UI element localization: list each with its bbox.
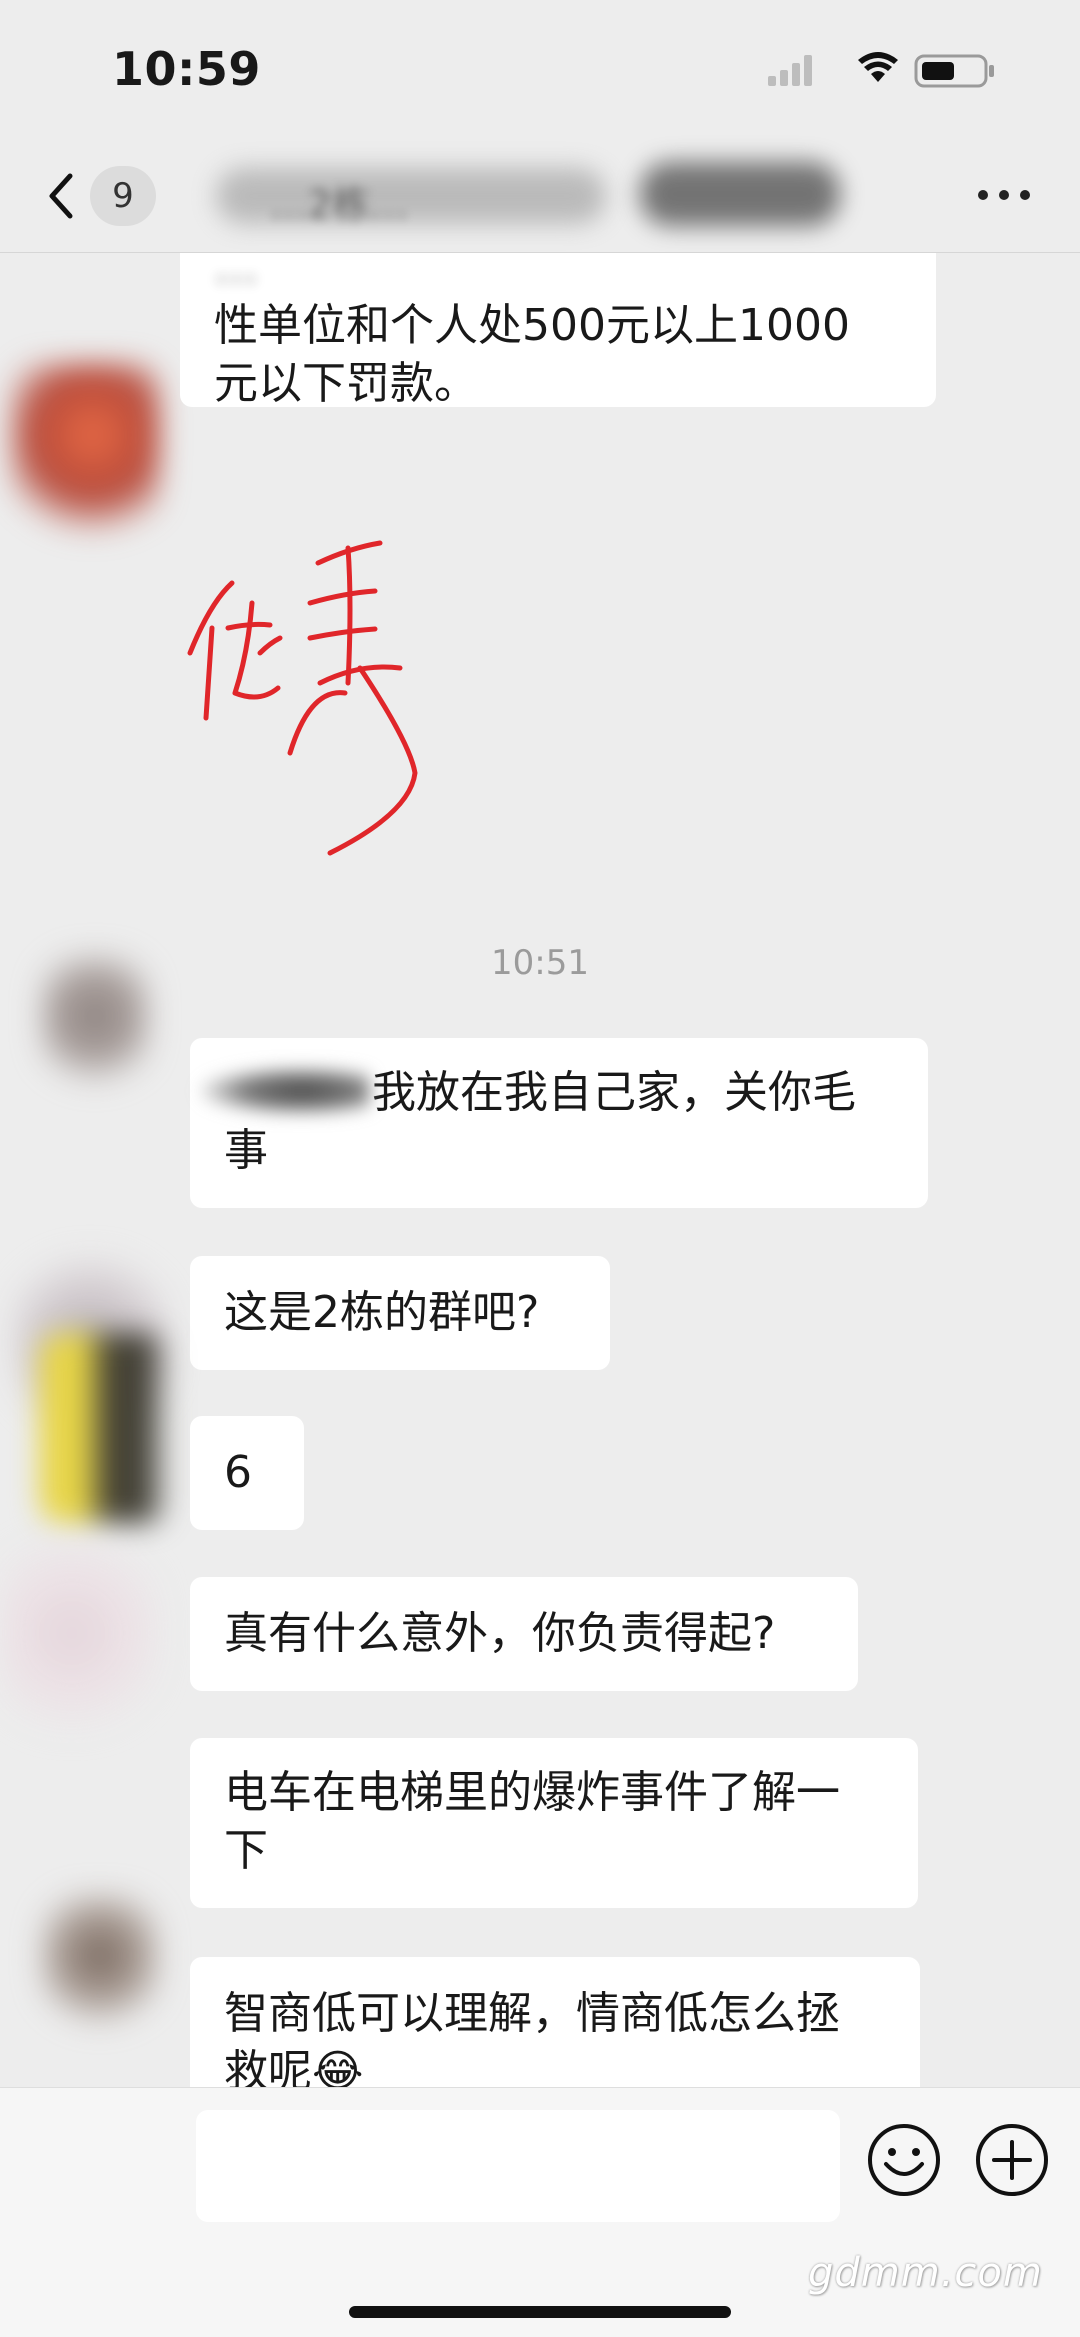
watermark: gdmm.com	[808, 2250, 1043, 2296]
message-bubble[interactable]: 6	[190, 1416, 304, 1530]
unread-count-badge[interactable]: 9	[90, 166, 156, 226]
wifi-icon	[858, 52, 898, 82]
message-text: 电车在电梯里的爆炸事件了解一	[224, 1767, 840, 1818]
back-arrow-icon[interactable]	[42, 166, 82, 226]
message-bubble[interactable]: 这是2栋的群吧?	[190, 1256, 610, 1370]
emoji-icon[interactable]	[866, 2122, 942, 2198]
status-icons	[768, 52, 994, 88]
message-text: 性单位和个人处500元以上1000	[214, 300, 850, 351]
message-text: 下	[224, 1825, 268, 1876]
status-bar: 10:59	[0, 0, 1080, 140]
message-list[interactable]: … 性单位和个人处500元以上1000 元以下罚款。 10:51 我放在我自己家…	[0, 253, 1080, 2087]
add-attachment-icon[interactable]	[974, 2122, 1050, 2198]
message-text: 真有什么意外，你负责得起?	[224, 1608, 776, 1659]
message-text: 事	[224, 1125, 268, 1176]
more-options-icon[interactable]	[974, 180, 1034, 210]
avatar[interactable]	[40, 1893, 160, 2033]
message-text: 智商低可以理解，情商低怎么拯	[224, 1988, 840, 2039]
avatar[interactable]	[0, 1533, 160, 1733]
message-text: 这是2栋的群吧?	[224, 1287, 540, 1338]
battery-icon	[914, 54, 994, 88]
avatar[interactable]	[10, 363, 160, 543]
handwritten-signature-image	[187, 540, 418, 856]
message-text: 6	[224, 1447, 252, 1498]
message-bubble[interactable]: 智商低可以理解，情商低怎么拯 救呢😂	[190, 1957, 920, 2087]
avatar[interactable]	[40, 953, 150, 1093]
status-time: 10:59	[112, 42, 261, 96]
message-bubble[interactable]: … 性单位和个人处500元以上1000 元以下罚款。	[180, 253, 936, 409]
message-text: …	[214, 253, 258, 293]
message-bubble[interactable]: 真有什么意外，你负责得起?	[190, 1577, 858, 1691]
message-input[interactable]	[196, 2110, 840, 2222]
avatar[interactable]	[40, 1333, 170, 1523]
chat-title-text: …2栋…	[270, 183, 409, 227]
message-bubble[interactable]: 电车在电梯里的爆炸事件了解一 下	[190, 1738, 918, 1908]
message-bubble[interactable]: 我放在我自己家，关你毛 事	[190, 1038, 928, 1208]
signal-icon	[768, 55, 812, 86]
redacted-mention	[200, 1066, 370, 1116]
home-indicator[interactable]	[349, 2306, 731, 2318]
message-timestamp: 10:51	[491, 943, 589, 983]
chat-title: …2栋…	[210, 160, 870, 232]
message-text: 救呢😂	[224, 2046, 364, 2087]
message-text: 元以下罚款。	[214, 358, 478, 409]
chat-header: 9 …2栋…	[0, 140, 1080, 253]
chat-input-bar: gdmm.com	[0, 2087, 1080, 2337]
